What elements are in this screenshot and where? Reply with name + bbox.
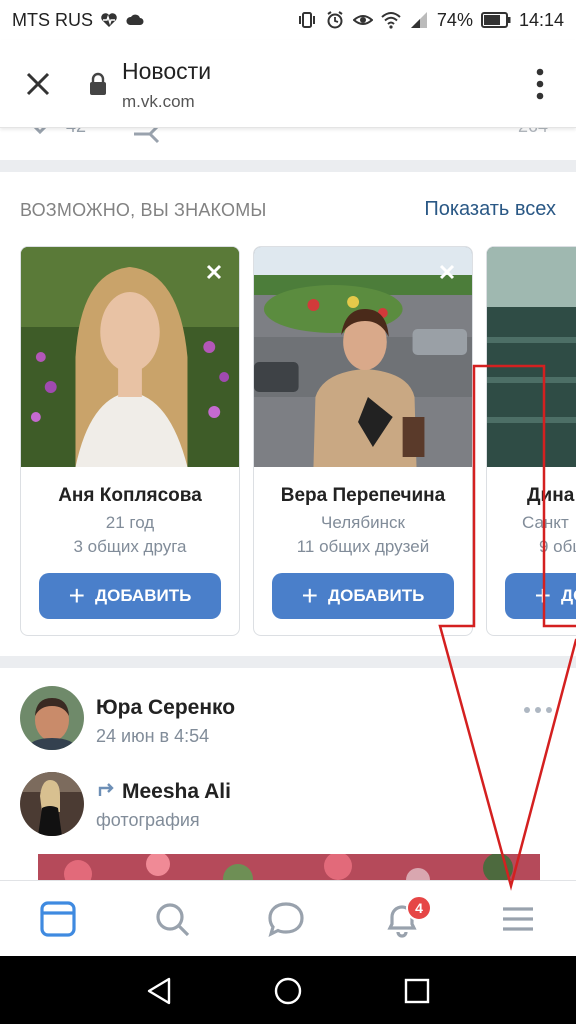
friends-suggestions-heading: ВОЗМОЖНО, ВЫ ЗНАКОМЫ bbox=[20, 200, 267, 220]
recent-apps-icon[interactable] bbox=[402, 976, 432, 1006]
author-avatar[interactable] bbox=[20, 686, 84, 750]
heart-pulse-icon bbox=[101, 13, 117, 27]
status-bar: MTS RUS 74% 14:14 bbox=[0, 0, 576, 40]
post-options-icon[interactable] bbox=[522, 704, 554, 716]
bottom-tab-bar: 4 bbox=[0, 880, 576, 956]
mutual-friends: 11 общих друзей bbox=[296, 537, 430, 556]
post-author[interactable]: Юра Серенко bbox=[96, 696, 235, 720]
wifi-icon bbox=[381, 12, 401, 29]
show-all-link[interactable]: Показать всех bbox=[424, 198, 556, 221]
menu-icon[interactable] bbox=[498, 899, 538, 939]
add-friend-button[interactable]: + ДОБАВИТЬ bbox=[272, 573, 454, 619]
friend-name[interactable]: Вера Перепечина bbox=[254, 485, 472, 507]
news-icon[interactable] bbox=[38, 899, 78, 939]
add-friend-button[interactable]: + ДОБАВИТЬ bbox=[505, 573, 576, 619]
more-options-icon[interactable] bbox=[522, 64, 558, 104]
shared-from-author[interactable]: Meesha Ali bbox=[122, 780, 231, 804]
separator bbox=[0, 656, 576, 668]
add-friend-label: ДОБАВИТЬ bbox=[95, 586, 192, 605]
friend-name[interactable]: Дина bbox=[487, 485, 574, 507]
friend-name[interactable]: Аня Коплясова bbox=[21, 485, 239, 507]
close-icon[interactable] bbox=[20, 66, 56, 102]
plus-icon: + bbox=[534, 580, 552, 611]
vibrate-icon bbox=[298, 12, 315, 28]
cloud-icon bbox=[126, 14, 144, 25]
back-icon[interactable] bbox=[145, 976, 175, 1006]
home-icon[interactable] bbox=[273, 976, 303, 1006]
add-friend-button[interactable]: + ДОБАВИТЬ bbox=[39, 573, 221, 619]
battery-percent: 74% bbox=[436, 9, 473, 30]
repost-icon bbox=[98, 783, 114, 796]
friend-card[interactable]: Дина Санкт 9 общ + ДОБАВИТЬ bbox=[486, 246, 576, 636]
views-icon bbox=[478, 128, 502, 136]
add-friend-label: ДОБАВИТЬ bbox=[328, 586, 425, 605]
system-navigation-bar bbox=[0, 956, 576, 1024]
shared-author-avatar[interactable] bbox=[20, 772, 84, 836]
eye-icon bbox=[352, 15, 373, 25]
page-domain: m.vk.com bbox=[122, 92, 195, 111]
mutual-friends: 9 общ bbox=[539, 537, 576, 556]
previous-post-actions: 42 264 bbox=[0, 128, 576, 160]
notifications-badge: 4 bbox=[406, 895, 432, 921]
post-date[interactable]: 24 июн в 4:54 bbox=[96, 726, 209, 747]
lock-icon bbox=[90, 72, 106, 95]
shared-content-type: фотография bbox=[96, 810, 200, 830]
plus-icon: + bbox=[301, 580, 319, 611]
friend-photo[interactable] bbox=[487, 247, 576, 467]
signal-icon bbox=[410, 12, 427, 28]
messages-icon[interactable] bbox=[266, 899, 306, 939]
friend-info: Санкт bbox=[522, 513, 569, 532]
views-count: 264 bbox=[518, 128, 548, 137]
friend-info: 21 год bbox=[105, 513, 155, 532]
carrier-name: MTS RUS bbox=[12, 9, 93, 30]
add-friend-label: ДОБАВИТЬ bbox=[561, 586, 576, 605]
mutual-friends: 3 общих друга bbox=[73, 537, 187, 556]
post-photo[interactable] bbox=[38, 854, 540, 880]
friend-info: Челябинск bbox=[321, 513, 405, 532]
browser-header: Новости m.vk.com bbox=[0, 40, 576, 128]
friend-card[interactable]: Вера Перепечина Челябинск 11 общих друзе… bbox=[253, 246, 473, 636]
remove-suggestion-icon[interactable] bbox=[203, 261, 225, 283]
page-title: Новости bbox=[122, 58, 212, 84]
plus-icon: + bbox=[68, 580, 86, 611]
remove-suggestion-icon[interactable] bbox=[436, 261, 458, 283]
share-icon[interactable] bbox=[130, 128, 174, 144]
likes-count: 42 bbox=[66, 128, 86, 137]
friend-card[interactable]: Аня Коплясова 21 год 3 общих друга + ДОБА… bbox=[20, 246, 240, 636]
like-icon[interactable] bbox=[20, 128, 60, 144]
battery-icon bbox=[480, 12, 511, 28]
alarm-icon bbox=[327, 11, 343, 29]
separator bbox=[0, 160, 576, 172]
feed[interactable]: 42 264 ВОЗМОЖНО, ВЫ ЗНАКОМЫ Показать все… bbox=[0, 128, 576, 880]
search-icon[interactable] bbox=[152, 899, 192, 939]
clock: 14:14 bbox=[518, 9, 564, 30]
